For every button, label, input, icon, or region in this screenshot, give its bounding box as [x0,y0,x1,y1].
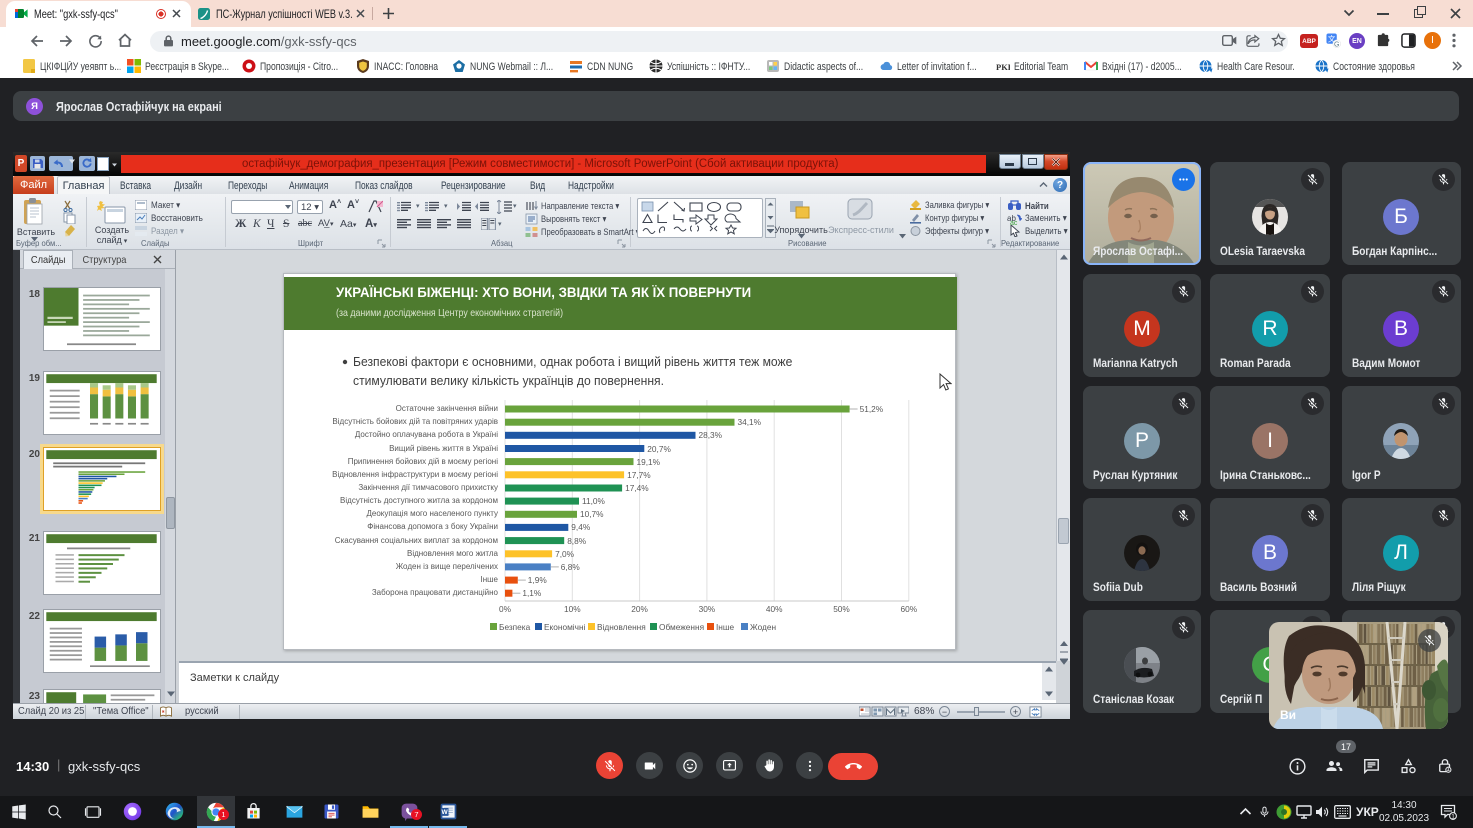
svg-text:1: 1 [1451,814,1455,820]
svg-text:G: G [1334,41,1339,48]
svg-text:PKP: PKP [996,62,1010,72]
svg-text:W: W [441,809,448,816]
